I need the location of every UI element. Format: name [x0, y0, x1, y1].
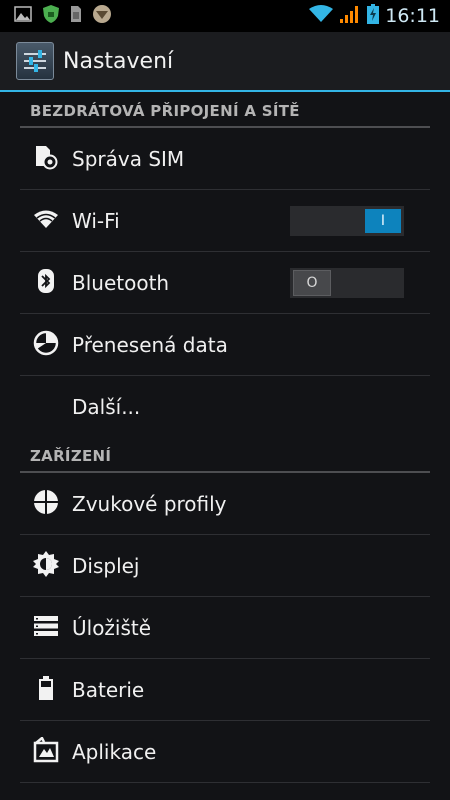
display-brightness-icon	[32, 550, 60, 582]
sound-profiles-icon	[33, 489, 59, 519]
list-item-storage[interactable]: Úložiště	[20, 597, 430, 659]
list-item-label: Baterie	[72, 677, 145, 702]
status-bar: 16:11	[0, 0, 450, 32]
battery-icon	[38, 675, 54, 705]
page-title: Nastavení	[63, 48, 174, 74]
list-item-apps[interactable]: Aplikace	[20, 721, 430, 783]
list-item-sim-management[interactable]: Správa SIM	[20, 128, 430, 190]
storage-icon	[33, 615, 59, 641]
list-item-sound-profiles[interactable]: Zvukové profily	[20, 473, 430, 535]
clock: 16:11	[385, 5, 440, 27]
wifi-icon	[33, 209, 59, 233]
bluetooth-icon	[37, 268, 55, 298]
settings-list: BEZDRÁTOVÁ PŘIPOJENÍ A SÍTĚ Správa SIM W…	[0, 92, 450, 783]
list-item-display[interactable]: Displej	[20, 535, 430, 597]
wifi-toggle[interactable]: I	[290, 205, 404, 236]
wifi-icon	[309, 5, 334, 27]
section-header-device: ZAŘÍZENÍ	[20, 437, 430, 473]
sim-manage-icon	[34, 144, 58, 174]
list-item-battery[interactable]: Baterie	[20, 659, 430, 721]
signal-icon	[339, 4, 361, 28]
shield-icon	[42, 4, 60, 28]
data-usage-icon	[33, 330, 59, 360]
list-item-data-usage[interactable]: Přenesená data	[20, 314, 430, 376]
toggle-knob: I	[365, 208, 401, 233]
list-item-label: Přenesená data	[72, 332, 228, 357]
list-item-label: Displej	[72, 553, 140, 578]
action-bar: Nastavení	[0, 32, 450, 92]
section-header-wireless: BEZDRÁTOVÁ PŘIPOJENÍ A SÍTĚ	[20, 92, 430, 128]
settings-sliders-icon[interactable]	[16, 42, 54, 80]
bluetooth-toggle[interactable]: O	[290, 267, 404, 298]
battery-charging-icon	[367, 4, 380, 28]
list-item-label: Bluetooth	[72, 270, 170, 295]
list-item-label: Wi-Fi	[72, 208, 120, 233]
gallery-icon	[14, 6, 32, 26]
apps-icon	[33, 735, 59, 767]
list-item-bluetooth[interactable]: Bluetooth O	[20, 252, 430, 314]
sim-card-icon	[70, 5, 82, 27]
list-item-wifi[interactable]: Wi-Fi I	[20, 190, 430, 252]
list-item-label: Další...	[72, 394, 141, 419]
list-item-label: Správa SIM	[72, 146, 185, 171]
list-item-label: Aplikace	[72, 739, 157, 764]
list-item-label: Úložiště	[72, 615, 152, 640]
badge-icon	[92, 4, 112, 28]
list-item-label: Zvukové profily	[72, 491, 227, 516]
list-item-more[interactable]: Další...	[20, 376, 430, 437]
toggle-knob: O	[293, 269, 331, 296]
